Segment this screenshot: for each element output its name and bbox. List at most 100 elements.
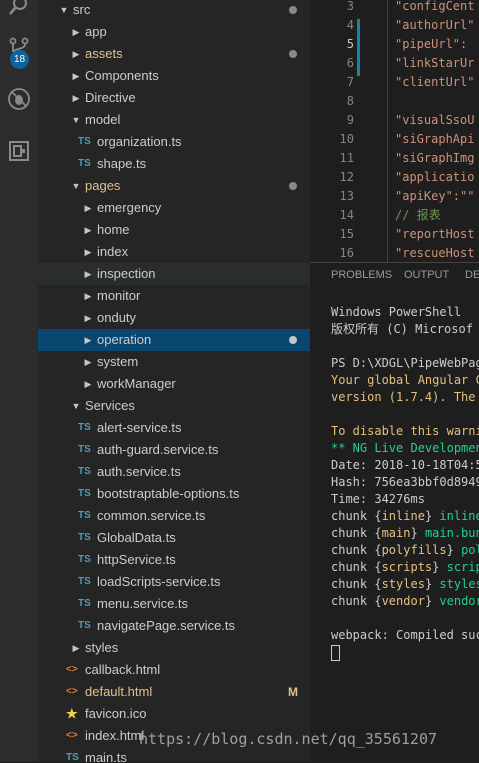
terminal-line: chunk {scripts} script [331,560,479,574]
chevron-right-icon[interactable]: ▶ [82,285,94,307]
line-number: 5 [346,37,354,51]
file-item[interactable]: TS menu.service.ts [38,593,310,615]
folder-item[interactable]: ▶ assets [38,43,310,65]
terminal-line: Hash: 756ea3bbf0d8949 [331,475,479,489]
explorer-item-label: home [97,222,130,237]
chevron-down-icon[interactable]: ▼ [70,175,82,197]
folder-item[interactable]: ▼ Services [38,395,310,417]
code-line: "linkStarUr [395,56,475,70]
debug-icon[interactable] [0,80,38,118]
file-item[interactable]: <> callback.html [38,659,310,681]
explorer-item-label: favicon.ico [85,706,147,721]
chevron-right-icon[interactable]: ▶ [70,43,82,65]
folder-item[interactable]: ▼ model [38,109,310,131]
folder-item[interactable]: ▶ onduty [38,307,310,329]
modified-dot-icon [289,182,297,190]
file-item[interactable]: TS common.service.ts [38,505,310,527]
line-number: 7 [346,75,354,89]
file-item[interactable]: TS loadScripts-service.ts [38,571,310,593]
chevron-right-icon[interactable]: ▶ [70,65,82,87]
tab-problems[interactable]: PROBLEMS [331,269,392,281]
terminal-line: 版权所有 (C) Microsof [331,322,473,336]
file-item[interactable]: TS auth-guard.service.ts [38,439,310,461]
code-editor[interactable]: 3 "configCent 4 "authorUrl" 5 "pipeUrl": 6 "li… [310,0,479,262]
star-icon: ★ [66,706,78,721]
file-item[interactable]: TS organization.ts [38,131,310,153]
folder-item[interactable]: ▶ Directive [38,87,310,109]
folder-item[interactable]: ▶ app [38,21,310,43]
file-item[interactable]: TS main.ts [38,747,310,762]
explorer-item-label: bootstraptable-options.ts [97,486,240,501]
terminal-cursor [331,644,340,661]
line-number: 3 [346,0,354,13]
file-item[interactable]: TS GlobalData.ts [38,527,310,549]
line-number: 10 [339,132,354,146]
explorer-item-label: main.ts [85,750,127,762]
typescript-file-icon: TS [78,136,91,147]
chevron-right-icon[interactable]: ▶ [82,351,94,373]
file-item[interactable]: TS navigatePage.service.ts [38,615,310,637]
extensions-icon[interactable] [0,132,38,170]
chevron-right-icon[interactable]: ▶ [82,373,94,395]
code-line: "siGraphImg [395,151,475,165]
chevron-right-icon[interactable]: ▶ [70,21,82,43]
explorer-item-label: auth-guard.service.ts [97,442,219,457]
file-item[interactable]: TS shape.ts [38,153,310,175]
file-item[interactable]: <> default.html M [38,681,310,703]
chevron-down-icon[interactable]: ▼ [70,395,82,417]
terminal-line: Time: 34276ms [331,492,425,506]
explorer-item-label: alert-service.ts [97,420,182,435]
chevron-down-icon[interactable]: ▼ [58,0,70,21]
folder-item[interactable]: ▶ operation [38,329,310,351]
file-item[interactable]: TS alert-service.ts [38,417,310,439]
terminal-line: To disable this warni [331,424,479,438]
terminal-line: ** NG Live Developmen [331,441,479,455]
terminal-line: Your global Angular C [331,373,479,387]
chevron-right-icon[interactable]: ▶ [70,87,82,109]
folder-item[interactable]: ▶ system [38,351,310,373]
explorer-item-label: loadScripts-service.ts [97,574,221,589]
chevron-right-icon[interactable]: ▶ [82,329,94,351]
folder-item[interactable]: ▶ inspection [38,263,310,285]
explorer-item-label: shape.ts [97,156,147,171]
chevron-right-icon[interactable]: ▶ [82,241,94,263]
folder-item[interactable]: ▼ pages [38,175,310,197]
chevron-right-icon[interactable]: ▶ [70,637,82,659]
folder-item[interactable]: ▶ workManager [38,373,310,395]
folder-item[interactable]: ▶ Components [38,65,310,87]
terminal-line: Windows PowerShell [331,305,462,319]
file-item[interactable]: TS auth.service.ts [38,461,310,483]
folder-item[interactable]: ▶ index [38,241,310,263]
explorer-item-label: operation [97,332,152,347]
typescript-file-icon: TS [78,158,91,169]
explorer-item-label: common.service.ts [97,508,206,523]
search-icon[interactable] [0,0,38,24]
chevron-right-icon[interactable]: ▶ [82,263,94,285]
chevron-right-icon[interactable]: ▶ [82,197,94,219]
folder-item[interactable]: ▶ home [38,219,310,241]
tab-output[interactable]: OUTPUT [404,269,449,281]
file-item[interactable]: TS httpService.ts [38,549,310,571]
indent-guide [387,0,388,262]
folder-item[interactable]: ▶ emergency [38,197,310,219]
chevron-right-icon[interactable]: ▶ [82,219,94,241]
file-item[interactable]: TS bootstraptable-options.ts [38,483,310,505]
code-line: // 报表 [395,208,441,222]
explorer-item-label: index [97,244,129,259]
explorer-item-label: inspection [97,266,156,281]
chevron-right-icon[interactable]: ▶ [82,307,94,329]
code-line: "configCent [395,0,475,13]
explorer-item-label: monitor [97,288,141,303]
terminal-line: PS D:\XDGL\PipeWebPag [331,356,479,370]
terminal-line: chunk {main} main.bun [331,526,479,540]
code-line: "pipeUrl": [395,37,468,51]
folder-item[interactable]: ▼ src [38,0,310,21]
modified-dot-icon [289,336,297,344]
terminal-output[interactable]: Windows PowerShell 版权所有 (C) Microsof PS D… [331,304,479,661]
folder-item[interactable]: ▶ monitor [38,285,310,307]
folder-item[interactable]: ▶ styles [38,637,310,659]
tab-debug-console[interactable]: DE [465,269,479,281]
modified-dot-icon [289,50,297,58]
chevron-down-icon[interactable]: ▼ [70,109,82,131]
file-item[interactable]: ★ favicon.ico [38,703,310,725]
